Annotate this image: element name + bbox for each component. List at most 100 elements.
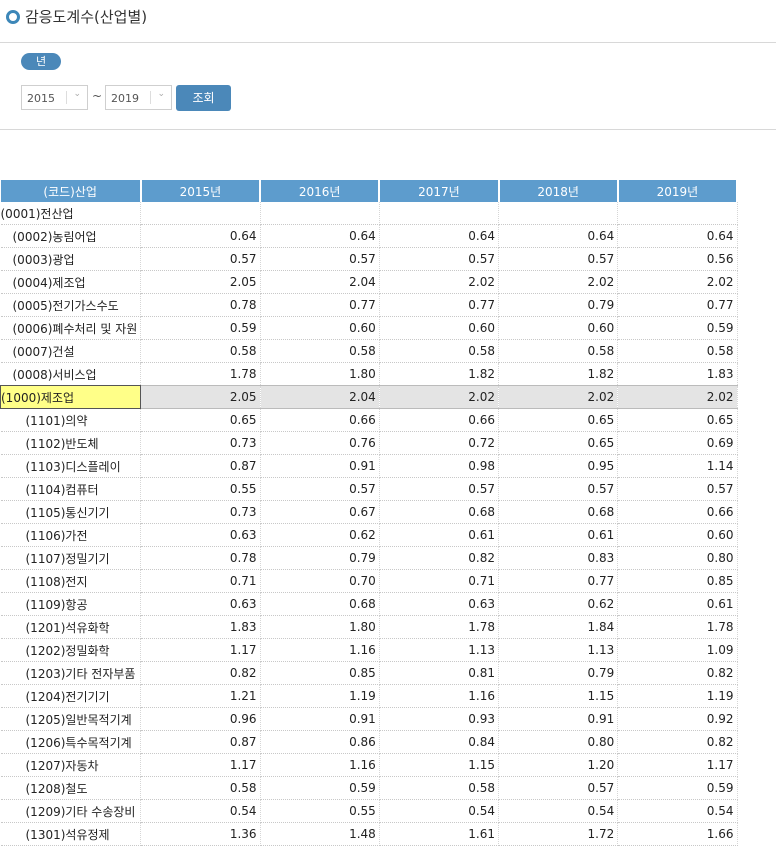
- value-cell[interactable]: 0.59: [140, 316, 261, 340]
- value-cell[interactable]: 0.78: [140, 293, 261, 317]
- value-cell[interactable]: 0.91: [498, 707, 619, 731]
- value-cell[interactable]: 0.87: [140, 730, 261, 754]
- industry-cell[interactable]: (1209)기타 수송장비: [0, 799, 142, 823]
- industry-cell[interactable]: (1107)정밀기기: [0, 546, 142, 570]
- value-cell[interactable]: 1.72: [498, 822, 619, 846]
- table-row[interactable]: (0005)전기가스수도 0.78 0.77 0.77 0.79 0.77: [0, 293, 738, 317]
- value-cell[interactable]: 0.60: [498, 316, 619, 340]
- value-cell[interactable]: 0.69: [617, 431, 738, 455]
- value-cell[interactable]: 2.02: [379, 270, 500, 294]
- column-header-year[interactable]: 2019년: [617, 180, 739, 202]
- value-cell[interactable]: 2.05: [140, 270, 261, 294]
- value-cell[interactable]: 2.02: [617, 385, 738, 409]
- value-cell[interactable]: 0.57: [260, 477, 380, 501]
- value-cell[interactable]: 0.96: [140, 707, 261, 731]
- value-cell[interactable]: 0.79: [498, 293, 619, 317]
- value-cell[interactable]: 0.85: [617, 569, 738, 593]
- value-cell[interactable]: 0.73: [140, 500, 261, 524]
- value-cell[interactable]: 0.82: [617, 730, 738, 754]
- table-row[interactable]: (1201)석유화학 1.83 1.80 1.78 1.84 1.78: [0, 615, 738, 639]
- industry-cell[interactable]: (0001)전산업: [0, 202, 142, 225]
- value-cell[interactable]: 1.17: [140, 753, 261, 777]
- value-cell[interactable]: 0.63: [379, 592, 500, 616]
- value-cell[interactable]: 0.71: [379, 569, 500, 593]
- industry-cell[interactable]: (1202)정밀화학: [0, 638, 142, 662]
- value-cell[interactable]: 0.64: [617, 224, 738, 248]
- table-row[interactable]: (1204)전기기기 1.21 1.19 1.16 1.15 1.19: [0, 684, 738, 708]
- value-cell[interactable]: 0.54: [379, 799, 500, 823]
- value-cell[interactable]: 1.80: [260, 362, 380, 386]
- industry-cell[interactable]: (1204)전기기기: [0, 684, 142, 708]
- value-cell[interactable]: 1.13: [379, 638, 500, 662]
- value-cell[interactable]: 0.62: [498, 592, 619, 616]
- industry-cell[interactable]: (1201)석유화학: [0, 615, 142, 639]
- value-cell[interactable]: 0.60: [617, 523, 738, 547]
- value-cell[interactable]: 0.82: [379, 546, 500, 570]
- table-row[interactable]: (1202)정밀화학 1.17 1.16 1.13 1.13 1.09: [0, 638, 738, 662]
- value-cell[interactable]: 0.65: [617, 408, 738, 432]
- industry-cell[interactable]: (1101)의약: [0, 408, 142, 432]
- industry-cell[interactable]: (0003)광업: [0, 247, 142, 271]
- value-cell[interactable]: 0.58: [498, 339, 619, 363]
- value-cell[interactable]: 0.68: [498, 500, 619, 524]
- value-cell[interactable]: 1.82: [498, 362, 619, 386]
- table-row[interactable]: (0002)농림어업 0.64 0.64 0.64 0.64 0.64: [0, 224, 738, 248]
- industry-cell[interactable]: (0002)농림어업: [0, 224, 142, 248]
- value-cell[interactable]: 0.59: [260, 776, 380, 800]
- value-cell[interactable]: 0.58: [260, 339, 380, 363]
- value-cell[interactable]: 1.82: [379, 362, 500, 386]
- table-row[interactable]: (0004)제조업 2.05 2.04 2.02 2.02 2.02: [0, 270, 738, 294]
- value-cell[interactable]: 0.61: [498, 523, 619, 547]
- value-cell[interactable]: 0.60: [379, 316, 500, 340]
- industry-cell[interactable]: (1206)특수목적기계: [0, 730, 142, 754]
- table-row[interactable]: (1207)자동차 1.17 1.16 1.15 1.20 1.17: [0, 753, 738, 777]
- value-cell[interactable]: 0.58: [379, 776, 500, 800]
- table-row[interactable]: (1209)기타 수송장비 0.54 0.55 0.54 0.54 0.54: [0, 799, 738, 823]
- value-cell[interactable]: 1.78: [617, 615, 738, 639]
- value-cell[interactable]: 2.04: [260, 270, 380, 294]
- value-cell[interactable]: [140, 202, 261, 225]
- table-row[interactable]: (0008)서비스업 1.78 1.80 1.82 1.82 1.83: [0, 362, 738, 386]
- industry-cell[interactable]: (0004)제조업: [0, 270, 142, 294]
- to-year-select[interactable]: 2019 ⌄: [105, 85, 172, 110]
- value-cell[interactable]: 0.76: [260, 431, 380, 455]
- value-cell[interactable]: [260, 202, 380, 225]
- value-cell[interactable]: 0.66: [260, 408, 380, 432]
- value-cell[interactable]: 0.63: [140, 592, 261, 616]
- value-cell[interactable]: 2.02: [498, 270, 619, 294]
- value-cell[interactable]: 0.61: [617, 592, 738, 616]
- value-cell[interactable]: 0.64: [260, 224, 380, 248]
- value-cell[interactable]: 0.79: [260, 546, 380, 570]
- value-cell[interactable]: 0.57: [498, 247, 619, 271]
- value-cell[interactable]: 0.73: [140, 431, 261, 455]
- value-cell[interactable]: [379, 202, 500, 225]
- column-header-industry[interactable]: (코드)산업: [0, 180, 142, 202]
- table-row[interactable]: (1205)일반목적기계 0.96 0.91 0.93 0.91 0.92: [0, 707, 738, 731]
- value-cell[interactable]: 1.17: [140, 638, 261, 662]
- column-header-year[interactable]: 2015년: [140, 180, 262, 202]
- value-cell[interactable]: 1.83: [140, 615, 261, 639]
- value-cell[interactable]: 0.95: [498, 454, 619, 478]
- value-cell[interactable]: 0.77: [260, 293, 380, 317]
- industry-cell[interactable]: (1105)통신기기: [0, 500, 142, 524]
- value-cell[interactable]: 1.16: [260, 638, 380, 662]
- value-cell[interactable]: 0.58: [379, 339, 500, 363]
- table-row[interactable]: (1104)컴퓨터 0.55 0.57 0.57 0.57 0.57: [0, 477, 738, 501]
- table-row[interactable]: (1109)항공 0.63 0.68 0.63 0.62 0.61: [0, 592, 738, 616]
- value-cell[interactable]: 0.92: [617, 707, 738, 731]
- value-cell[interactable]: 2.04: [260, 385, 380, 409]
- value-cell[interactable]: 2.02: [379, 385, 500, 409]
- value-cell[interactable]: 0.84: [379, 730, 500, 754]
- value-cell[interactable]: 0.64: [379, 224, 500, 248]
- value-cell[interactable]: 1.13: [498, 638, 619, 662]
- table-row[interactable]: (1203)기타 전자부품 0.82 0.85 0.81 0.79 0.82: [0, 661, 738, 685]
- value-cell[interactable]: 1.83: [617, 362, 738, 386]
- value-cell[interactable]: 0.80: [498, 730, 619, 754]
- from-year-select[interactable]: 2015 ⌄: [21, 85, 88, 110]
- table-row[interactable]: (1206)특수목적기계 0.87 0.86 0.84 0.80 0.82: [0, 730, 738, 754]
- table-row[interactable]: (1208)철도 0.58 0.59 0.58 0.57 0.59: [0, 776, 738, 800]
- value-cell[interactable]: 0.59: [617, 316, 738, 340]
- value-cell[interactable]: 1.16: [379, 684, 500, 708]
- table-row[interactable]: (0003)광업 0.57 0.57 0.57 0.57 0.56: [0, 247, 738, 271]
- industry-cell[interactable]: (1104)컴퓨터: [0, 477, 142, 501]
